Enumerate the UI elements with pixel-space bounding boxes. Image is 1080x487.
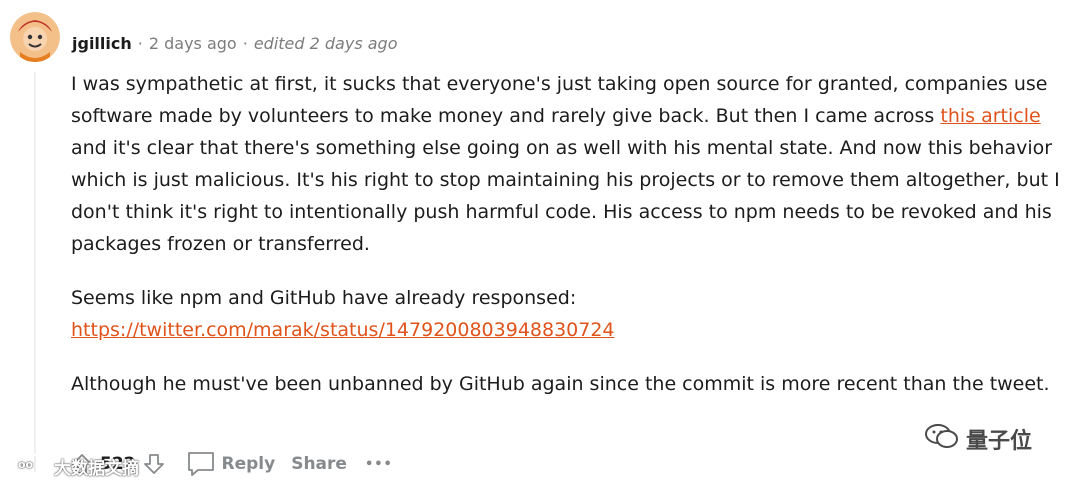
watermark-left-text: 大数据文摘 [54,458,139,479]
article-link[interactable]: this article [940,105,1040,127]
paragraph-text: I was sympathetic at first, it sucks tha… [71,73,1048,127]
comment-header: jgillich · 2 days ago · edited 2 days ag… [72,31,397,55]
paragraph-text: Although he must've been unbanned by Git… [71,373,1050,395]
watermark-right-text: 量子位 [966,429,1033,454]
share-button[interactable]: Share [291,454,347,474]
tweet-link[interactable]: https://twitter.com/marak/status/1479200… [71,319,615,341]
paragraph: Seems like npm and GitHub have already r… [71,282,1066,346]
paragraph-text: and it's clear that there's something el… [71,137,1060,255]
username[interactable]: jgillich [72,34,132,53]
timestamp[interactable]: 2 days ago [149,34,237,53]
separator: · [242,33,248,53]
comment-body: I was sympathetic at first, it sucks tha… [71,68,1066,422]
more-options-button[interactable]: ••• [365,457,393,472]
edited-label: edited 2 days ago [253,33,398,53]
reply-button[interactable]: Reply [186,450,276,478]
more-icon: ••• [364,456,393,472]
paragraph: Although he must've been unbanned by Git… [71,368,1066,400]
thread-line[interactable] [34,72,36,472]
svg-text:oo: oo [18,458,34,471]
watermark-right: 量子位 [924,421,1032,457]
watermark-left: oo 大数据文摘 [6,452,139,480]
separator: · [137,33,143,53]
comment-icon [186,450,216,478]
avatar[interactable] [10,12,60,62]
paragraph: I was sympathetic at first, it sucks tha… [71,68,1066,260]
wechat-icon [924,421,960,457]
downvote-icon[interactable] [142,452,166,476]
paragraph-text: Seems like npm and GitHub have already r… [71,287,577,309]
comment: jgillich · 2 days ago · edited 2 days ag… [0,0,1080,487]
share-label: Share [291,454,347,474]
watermark-logo-icon: oo [6,451,50,482]
reply-label: Reply [221,454,276,474]
